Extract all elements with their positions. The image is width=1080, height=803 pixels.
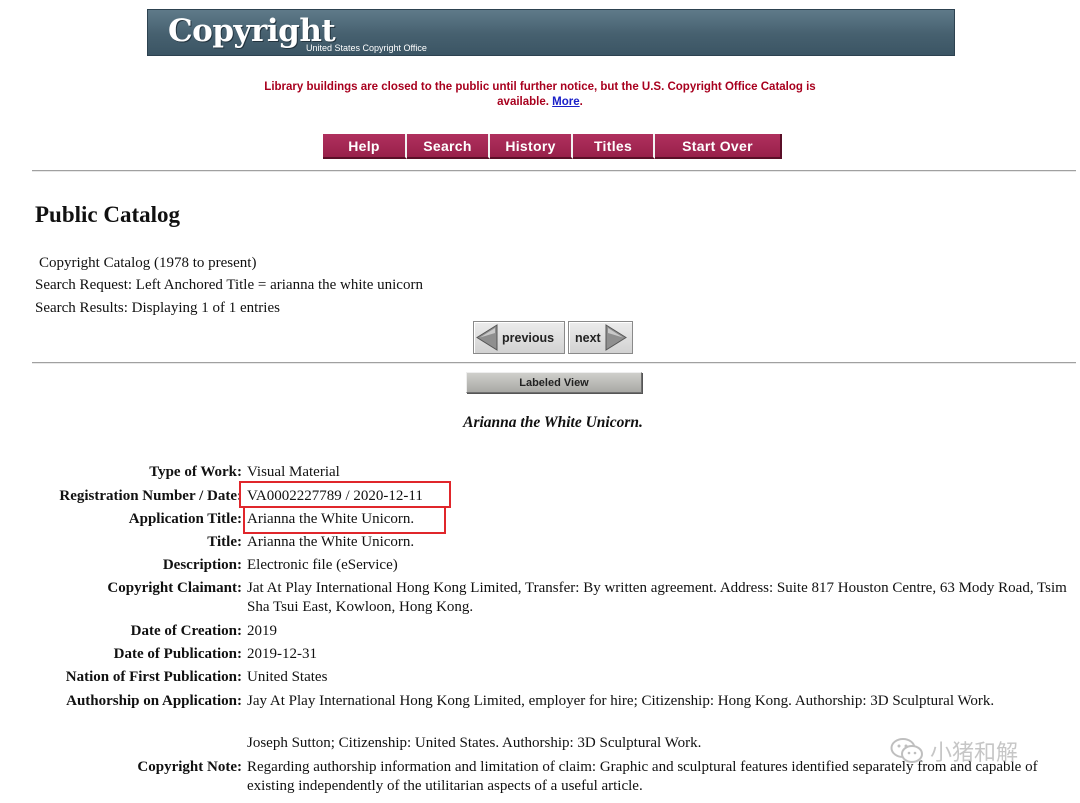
titles-button[interactable]: Titles (573, 134, 655, 159)
main-nav: Help Search History Titles Start Over (323, 134, 782, 159)
catalog-name: Copyright Catalog (1978 to present) (39, 255, 257, 271)
arrow-right-icon (605, 324, 627, 351)
field-value: Visual Material (247, 464, 340, 480)
divider-middle (32, 362, 1076, 364)
field-value: Jay At Play International Hong Kong Limi… (247, 693, 995, 709)
field-value: VA0002227789 / 2020-12-11 (247, 488, 423, 504)
previous-label: previous (502, 330, 555, 345)
next-button[interactable]: next (568, 321, 633, 354)
field-label: Authorship on Application: (66, 693, 242, 709)
banner-subtitle: United States Copyright Office (306, 43, 427, 53)
wechat-icon (890, 738, 923, 763)
watermark: 小猪和解 (890, 736, 1018, 766)
field-label: Date of Publication: (113, 646, 242, 662)
page-title: Public Catalog (35, 202, 181, 227)
field-label: Application Title: (128, 511, 242, 527)
help-button[interactable]: Help (323, 134, 407, 159)
watermark-text: 小猪和解 (930, 741, 1019, 766)
next-label: next (575, 330, 601, 345)
field-label: Description: (162, 557, 242, 573)
field-value: Arianna the White Unicorn. (247, 511, 415, 527)
field-label: Type of Work: (149, 464, 242, 480)
copyright-office-banner[interactable]: Copyright United States Copyright Office (147, 9, 955, 56)
notice-text: Library buildings are closed to the publ… (264, 81, 816, 108)
notice-trail: . (579, 96, 583, 108)
field-label: Copyright Note: (137, 759, 242, 775)
arrow-left-icon (476, 324, 498, 351)
start-over-button[interactable]: Start Over (655, 134, 782, 159)
closure-notice: Library buildings are closed to the publ… (0, 80, 1080, 110)
previous-button[interactable]: previous (473, 321, 565, 354)
notice-more-link[interactable]: More (552, 96, 579, 108)
field-label: Date of Creation: (130, 623, 242, 639)
field-value: Jat At Play International Hong Kong Limi… (247, 580, 1067, 615)
record-heading: Arianna the White Unicorn. (463, 414, 643, 431)
search-request: Search Request: Left Anchored Title = ar… (35, 277, 423, 293)
labeled-view-button[interactable]: Labeled View (466, 372, 642, 393)
field-value: Electronic file (eService) (247, 557, 398, 573)
field-label: Nation of First Publication: (65, 669, 242, 685)
field-value: 2019-12-31 (247, 646, 317, 662)
search-button[interactable]: Search (407, 134, 490, 159)
field-value: Arianna the White Unicorn. (247, 534, 415, 550)
field-label: Title: (207, 534, 242, 550)
history-button[interactable]: History (490, 134, 573, 159)
field-label: Registration Number / Date: (59, 488, 242, 504)
search-results-count: Search Results: Displaying 1 of 1 entrie… (35, 300, 280, 316)
field-value: 2019 (247, 623, 277, 639)
field-label: Copyright Claimant: (107, 580, 242, 596)
field-value: United States (247, 669, 328, 685)
divider-top (32, 170, 1076, 172)
